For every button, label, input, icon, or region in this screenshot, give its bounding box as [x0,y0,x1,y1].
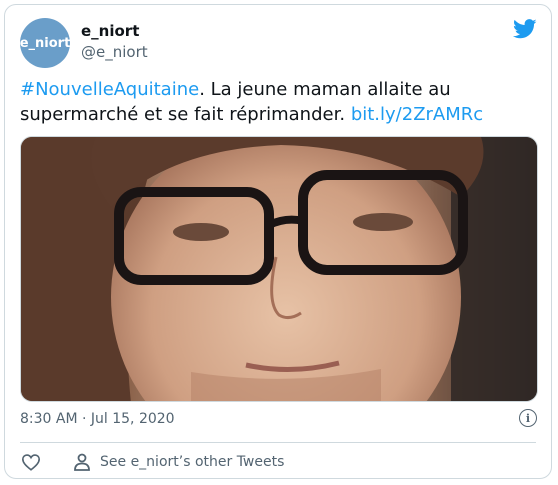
short-url-link[interactable]: bit.ly/2ZrAMRc [351,104,483,125]
avatar-label: e_niort [19,35,71,51]
tweet-photo[interactable] [20,136,538,402]
tweet-card: e_niort e_niort @e_niort #NouvelleAquita… [4,4,552,479]
info-icon[interactable]: i [519,409,537,427]
person-icon [74,453,90,471]
display-name[interactable]: e_niort [81,22,139,40]
tweet-text: #NouvelleAquitaine. La jeune maman allai… [20,77,520,127]
heart-icon[interactable] [21,453,41,471]
user-handle[interactable]: @e_niort [81,43,148,61]
divider [20,442,536,443]
hashtag-link[interactable]: #NouvelleAquitaine [20,79,199,100]
photo-portrait-image [21,137,537,401]
twitter-bird-icon[interactable] [513,19,537,39]
tweet-timestamp[interactable]: 8:30 AM · Jul 15, 2020 [20,411,175,427]
avatar[interactable]: e_niort [20,18,70,68]
see-other-tweets-link[interactable]: See e_niort’s other Tweets [100,454,284,470]
